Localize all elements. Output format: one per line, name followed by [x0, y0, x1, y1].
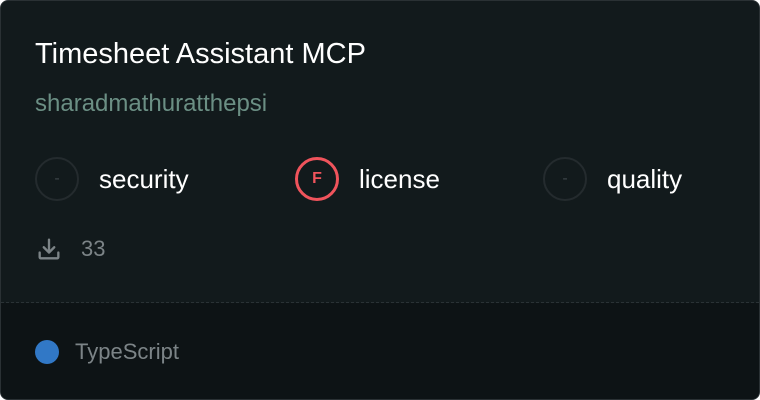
quality-metric: - quality: [543, 155, 682, 203]
security-metric: - security: [35, 155, 189, 203]
security-grade-badge: -: [35, 157, 79, 201]
language-color-dot: [35, 340, 59, 364]
license-metric: F license: [295, 155, 440, 203]
quality-label: quality: [607, 164, 683, 194]
download-count: 33: [81, 236, 106, 261]
downloads-stat: 33: [35, 233, 105, 265]
card-footer: TypeScript: [1, 303, 759, 399]
server-card[interactable]: Timesheet Assistant MCP sharadmathuratth…: [0, 0, 760, 400]
language-tag: TypeScript: [35, 337, 179, 367]
quality-grade-badge: -: [543, 157, 587, 201]
license-label: license: [359, 164, 440, 194]
security-label: security: [99, 164, 189, 194]
card-title[interactable]: Timesheet Assistant MCP: [35, 35, 366, 73]
download-icon: [35, 235, 63, 263]
owner-name[interactable]: sharadmathuratthepsi: [35, 87, 267, 121]
language-name: TypeScript: [75, 339, 179, 364]
license-grade-badge: F: [295, 157, 339, 201]
